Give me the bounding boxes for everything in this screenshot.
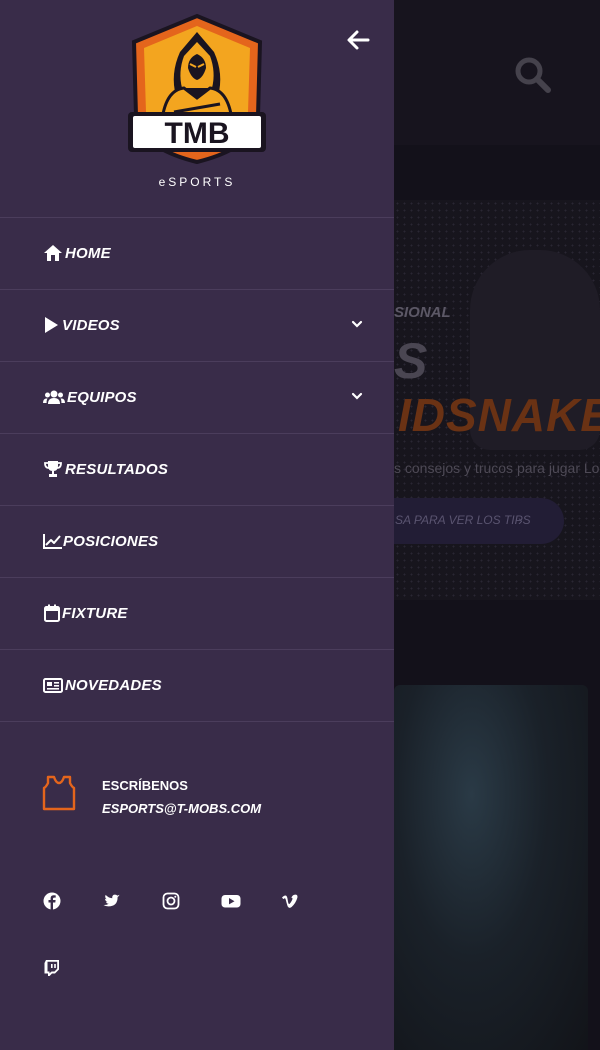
- nav-item-fixture[interactable]: FIXTURE: [0, 578, 394, 650]
- arrow-left-icon[interactable]: [344, 26, 372, 54]
- home-icon: [44, 245, 62, 261]
- logo-text: TMB: [165, 117, 230, 150]
- hero-description: s consejos y trucos para jugar LoL: [394, 460, 600, 476]
- nav-item-label: RESULTADOS: [65, 461, 169, 478]
- hero-eyebrow: SIONAL: [394, 304, 451, 321]
- nav-item-home[interactable]: HOME: [0, 218, 394, 290]
- youtube-icon[interactable]: [221, 892, 241, 910]
- nav-item-videos[interactable]: VIDEOS: [0, 290, 394, 362]
- facebook-icon[interactable]: [43, 892, 61, 910]
- nav-item-label: NOVEDADES: [65, 677, 162, 694]
- nav-item-label: VIDEOS: [62, 317, 120, 334]
- nav-item-novedades[interactable]: NOVEDADES: [0, 650, 394, 722]
- jersey-icon: [42, 775, 76, 811]
- main-nav: HOME VIDEOS EQUIPOS RESULTADOS POSICIONE…: [0, 217, 394, 722]
- vimeo-icon[interactable]: [281, 892, 299, 910]
- play-icon: [45, 317, 58, 333]
- chevron-down-icon[interactable]: [350, 317, 364, 331]
- nav-item-label: HOME: [65, 245, 111, 262]
- twitter-icon[interactable]: [103, 892, 121, 910]
- hero-title: IDSNAKE: [398, 389, 600, 441]
- users-icon: [43, 390, 65, 404]
- newspaper-icon: [43, 678, 63, 693]
- trophy-icon: [44, 461, 62, 477]
- nav-item-equipos[interactable]: EQUIPOS: [0, 362, 394, 434]
- chevron-right-icon: ›: [518, 512, 523, 528]
- instagram-icon[interactable]: [162, 892, 180, 910]
- nav-item-resultados[interactable]: RESULTADOS: [0, 434, 394, 506]
- chart-line-icon: [43, 534, 62, 549]
- side-drawer: TMB eSPORTS HOME VIDEOS EQUIPOS RESULTAD…: [0, 0, 394, 1050]
- featured-card-image[interactable]: [394, 685, 588, 1050]
- hero-cta-label: SA PARA VER LOS TIPS: [395, 513, 531, 527]
- search-icon[interactable]: [514, 56, 552, 94]
- nav-item-label: POSICIONES: [63, 533, 159, 550]
- logo-subtitle: eSPORTS: [158, 175, 236, 189]
- calendar-icon: [44, 604, 60, 622]
- hero-big-letter: S: [394, 333, 428, 389]
- tmb-esports-logo[interactable]: TMB: [126, 12, 268, 172]
- nav-item-label: EQUIPOS: [67, 389, 137, 406]
- contact-email-link[interactable]: ESPORTS@T-MOBS.COM: [102, 801, 261, 816]
- chevron-down-icon[interactable]: [350, 389, 364, 403]
- contact-title: ESCRÍBENOS: [102, 778, 188, 793]
- nav-item-label: FIXTURE: [62, 605, 128, 622]
- twitch-icon[interactable]: [43, 959, 61, 977]
- nav-item-posiciones[interactable]: POSICIONES: [0, 506, 394, 578]
